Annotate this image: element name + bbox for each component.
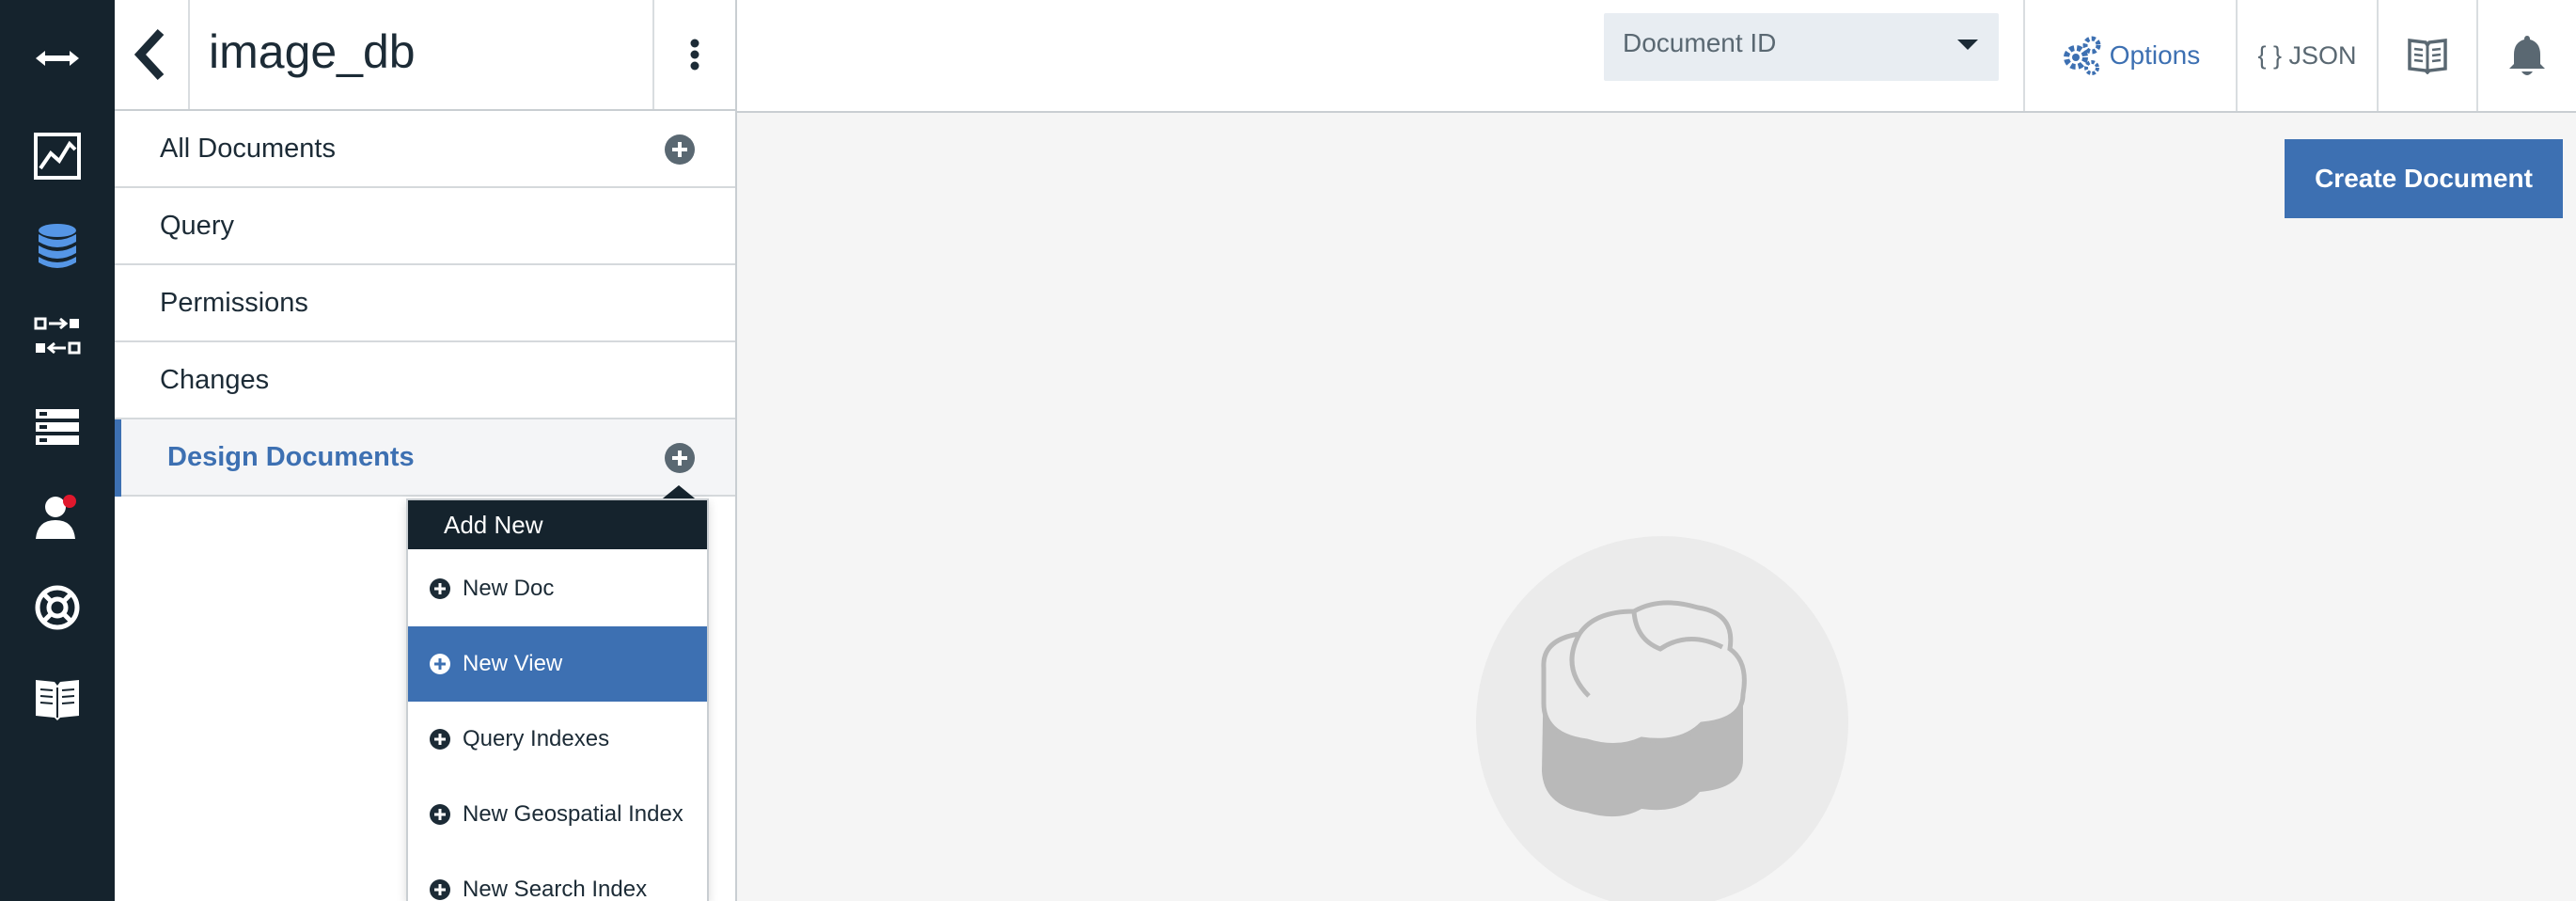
api-docs-button[interactable]	[2377, 0, 2476, 111]
menu-item-label: New Doc	[463, 576, 555, 601]
user-icon	[36, 495, 76, 539]
sidebar-item-all-documents[interactable]: All Documents	[115, 111, 735, 188]
menu-item-query-indexes[interactable]: Query Indexes	[408, 702, 707, 777]
database-icon	[39, 224, 76, 268]
json-label: { } JSON	[2257, 40, 2357, 70]
add-design-doc-icon[interactable]	[664, 442, 696, 474]
notification-badge	[63, 495, 76, 508]
back-button[interactable]	[115, 0, 190, 109]
menu-item-label: New Search Index	[463, 877, 648, 901]
menu-item-label: New View	[463, 651, 563, 676]
empty-state-illustration	[1476, 536, 1848, 901]
main-content: Create Document	[739, 113, 2576, 901]
menu-item-new-doc[interactable]: New Doc	[408, 551, 707, 626]
cloud-database-icon	[1541, 600, 1747, 817]
plus-circle-icon	[430, 729, 450, 750]
chevron-left-icon	[134, 28, 165, 81]
database-name: image_db	[209, 25, 416, 78]
sidebar-item-label: Design Documents	[167, 442, 415, 472]
rail-item-servers[interactable]	[0, 382, 115, 472]
json-button[interactable]: { } JSON	[2236, 0, 2377, 111]
sidebar-item-label: Query	[160, 211, 234, 241]
sidebar-item-design-documents[interactable]: Design Documents	[115, 419, 735, 497]
database-header: image_db	[115, 0, 735, 111]
menu-header: Add New	[408, 500, 707, 549]
plus-circle-icon	[430, 578, 450, 599]
rail-item-replication[interactable]	[0, 292, 115, 382]
expand-rail-button[interactable]	[0, 13, 115, 103]
gears-icon	[2063, 36, 2101, 75]
menu-item-new-view[interactable]: New View	[408, 626, 707, 702]
bell-icon	[2509, 36, 2545, 75]
replication-icon	[34, 317, 81, 355]
sidebar-item-label: Permissions	[160, 288, 308, 318]
add-document-icon[interactable]	[664, 134, 696, 166]
global-nav-rail	[0, 0, 115, 901]
caret-down-icon	[1957, 40, 1978, 50]
rail-item-support[interactable]	[0, 562, 115, 653]
server-list-icon	[36, 409, 79, 445]
documentation-book-icon	[36, 680, 79, 720]
plus-circle-icon	[430, 654, 450, 674]
options-button[interactable]: Options	[2023, 0, 2236, 111]
book-icon	[2408, 39, 2447, 74]
sidebar-item-label: All Documents	[160, 134, 336, 164]
sidebar-item-label: Changes	[160, 365, 270, 395]
rail-item-activity[interactable]	[0, 111, 115, 201]
sidebar-item-query[interactable]: Query	[115, 188, 735, 265]
menu-item-new-search-index[interactable]: New Search Index	[408, 852, 707, 901]
active-indicator	[115, 419, 121, 497]
plus-circle-icon	[430, 804, 450, 825]
rail-item-docs[interactable]	[0, 653, 115, 743]
plus-circle-icon	[430, 879, 450, 900]
notifications-button[interactable]	[2476, 0, 2576, 111]
create-document-button[interactable]: Create Document	[2285, 139, 2563, 218]
expand-arrows-icon	[36, 51, 79, 66]
top-toolbar: Document ID Options { } JSON	[737, 0, 2576, 113]
document-id-select[interactable]: Document ID	[1604, 13, 1999, 81]
database-menu-button[interactable]	[652, 0, 735, 109]
sidebar-item-changes[interactable]: Changes	[115, 342, 735, 419]
menu-item-label: Query Indexes	[463, 726, 610, 751]
options-label: Options	[2109, 40, 2201, 70]
menu-item-label: New Geospatial Index	[463, 801, 683, 827]
rail-item-databases[interactable]	[0, 201, 115, 292]
rail-item-account[interactable]	[0, 472, 115, 562]
select-value: Document ID	[1623, 28, 1777, 57]
support-icon	[35, 585, 80, 630]
sidebar-item-permissions[interactable]: Permissions	[115, 265, 735, 342]
more-vertical-icon	[690, 39, 699, 71]
activity-chart-icon	[34, 133, 81, 180]
add-new-menu: Add New New Doc New View Query Indexes N…	[406, 498, 709, 901]
menu-item-new-geospatial-index[interactable]: New Geospatial Index	[408, 777, 707, 852]
